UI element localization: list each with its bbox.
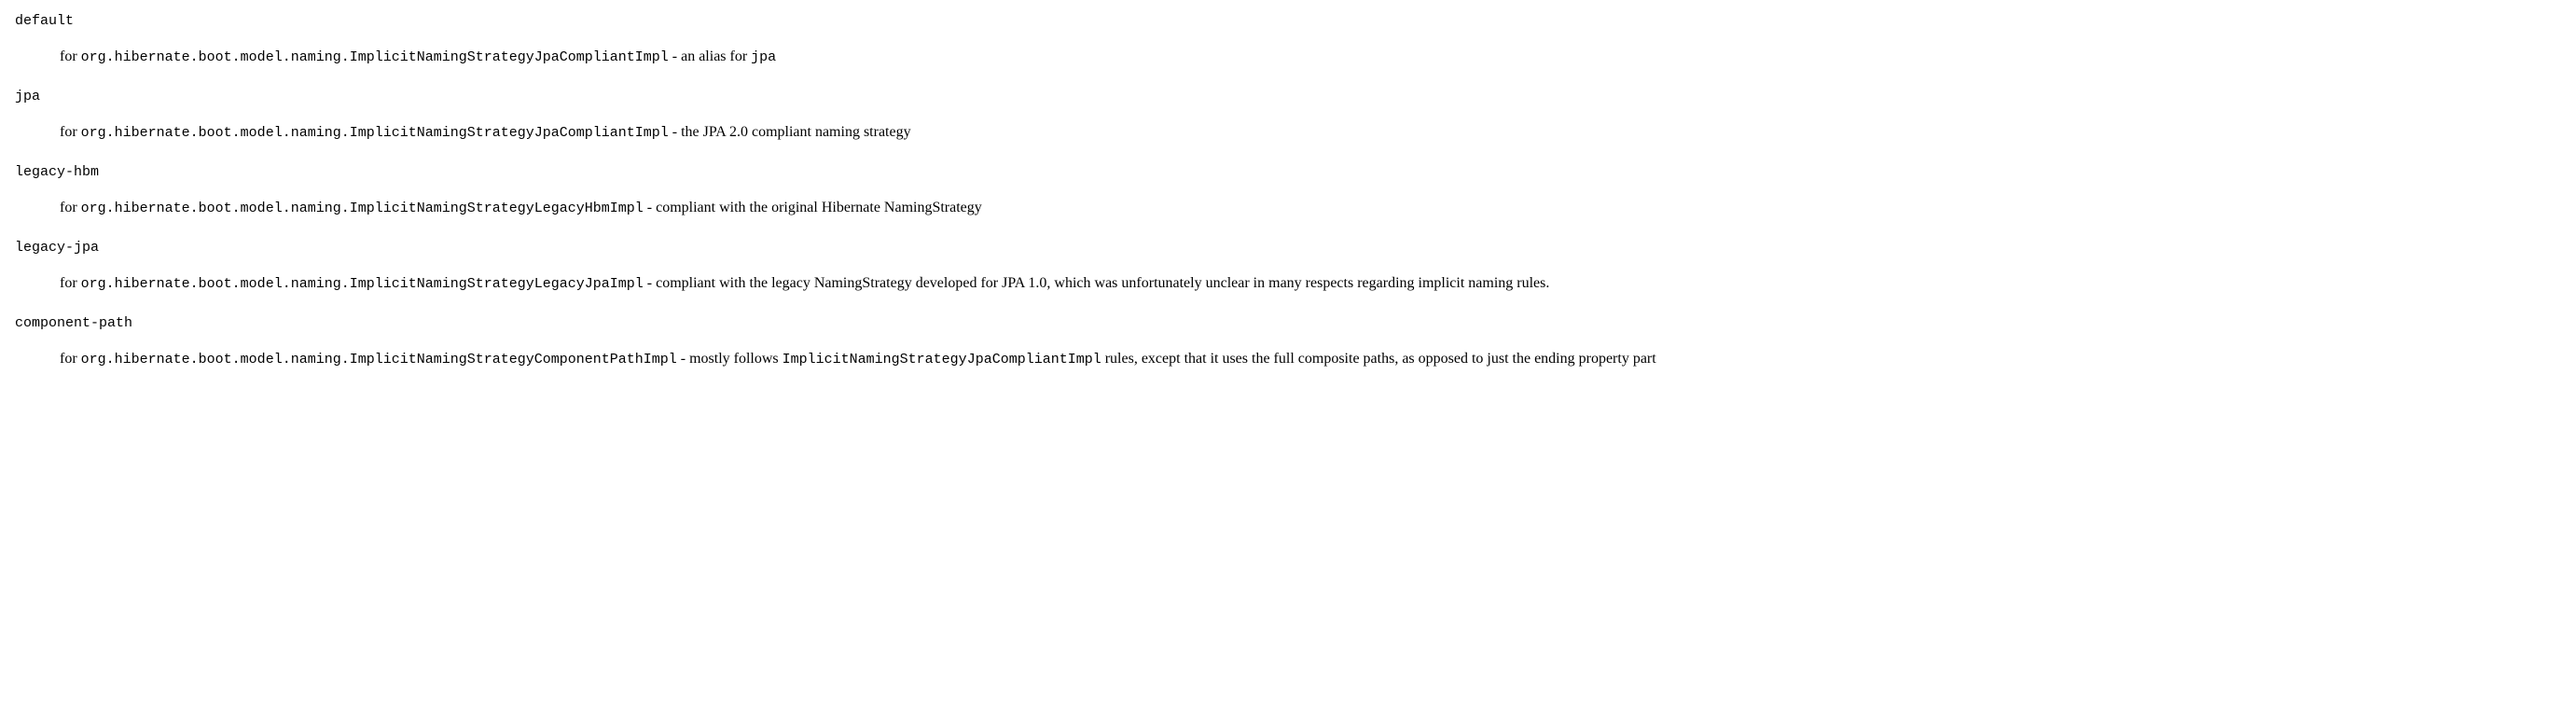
for-word: for bbox=[60, 351, 81, 367]
sep: - bbox=[669, 49, 681, 64]
term-component-path: component-path bbox=[15, 313, 2561, 335]
term-jpa: jpa bbox=[15, 87, 2561, 108]
sep: - bbox=[677, 351, 689, 367]
sep: - bbox=[644, 275, 656, 291]
desc-pre: the JPA 2.0 compliant naming strategy bbox=[681, 124, 911, 140]
desc-legacy-jpa: for org.hibernate.boot.model.naming.Impl… bbox=[60, 272, 2561, 296]
class-code: org.hibernate.boot.model.naming.Implicit… bbox=[81, 276, 644, 292]
inline-code: jpa bbox=[751, 49, 776, 65]
for-word: for bbox=[60, 200, 81, 215]
class-code: org.hibernate.boot.model.naming.Implicit… bbox=[81, 125, 669, 141]
term-default: default bbox=[15, 11, 2561, 33]
desc-post: rules, except that it uses the full comp… bbox=[1101, 351, 1656, 367]
inline-code: ImplicitNamingStrategyJpaCompliantImpl bbox=[782, 352, 1101, 367]
desc-pre: compliant with the legacy NamingStrategy… bbox=[656, 275, 1549, 291]
for-word: for bbox=[60, 49, 81, 64]
desc-component-path: for org.hibernate.boot.model.naming.Impl… bbox=[60, 348, 2561, 371]
desc-pre: compliant with the original Hibernate Na… bbox=[656, 200, 982, 215]
for-word: for bbox=[60, 124, 81, 140]
desc-pre: mostly follows bbox=[689, 351, 782, 367]
class-code: org.hibernate.boot.model.naming.Implicit… bbox=[81, 49, 669, 65]
class-code: org.hibernate.boot.model.naming.Implicit… bbox=[81, 352, 677, 367]
desc-legacy-hbm: for org.hibernate.boot.model.naming.Impl… bbox=[60, 197, 2561, 220]
sep: - bbox=[644, 200, 656, 215]
term-legacy-jpa: legacy-jpa bbox=[15, 238, 2561, 259]
sep: - bbox=[669, 124, 681, 140]
for-word: for bbox=[60, 275, 81, 291]
class-code: org.hibernate.boot.model.naming.Implicit… bbox=[81, 201, 644, 216]
desc-pre: an alias for bbox=[681, 49, 751, 64]
desc-jpa: for org.hibernate.boot.model.naming.Impl… bbox=[60, 121, 2561, 145]
desc-default: for org.hibernate.boot.model.naming.Impl… bbox=[60, 46, 2561, 69]
definition-list: default for org.hibernate.boot.model.nam… bbox=[15, 11, 2561, 370]
term-legacy-hbm: legacy-hbm bbox=[15, 162, 2561, 184]
